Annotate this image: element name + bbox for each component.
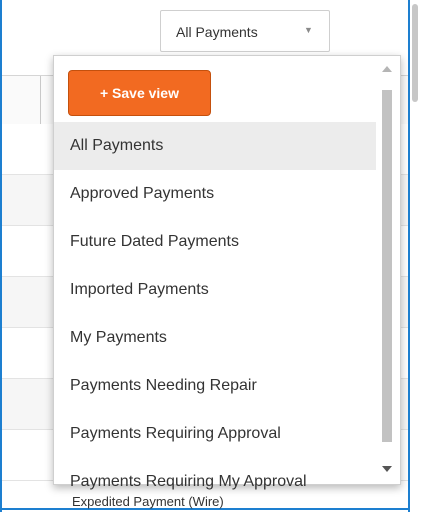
option-imported-payments[interactable]: Imported Payments [54, 266, 376, 314]
scroll-up-arrow-icon[interactable] [382, 66, 392, 72]
option-all-payments[interactable]: All Payments [54, 122, 376, 170]
option-future-dated-payments[interactable]: Future Dated Payments [54, 218, 376, 266]
option-payments-requiring-my-approval[interactable]: Payments Requiring My Approval [54, 458, 376, 506]
payments-view-select[interactable]: All Payments ▼ [160, 10, 330, 52]
view-dropdown-menu: + Save view All Payments Approved Paymen… [53, 55, 401, 490]
save-view-button[interactable]: + Save view [68, 70, 211, 116]
caret-down-icon: ▼ [304, 25, 313, 35]
frame-right-border [408, 0, 410, 512]
column-divider[interactable] [40, 76, 41, 124]
dropdown-scrollbar[interactable] [376, 60, 398, 482]
option-payments-requiring-approval[interactable]: Payments Requiring Approval [54, 410, 376, 458]
page-scrollbar-thumb[interactable] [412, 4, 418, 102]
option-payments-needing-repair[interactable]: Payments Needing Repair [54, 362, 376, 410]
scrollbar-thumb[interactable] [382, 90, 392, 442]
option-my-payments[interactable]: My Payments [54, 314, 376, 362]
scroll-down-arrow-icon[interactable] [382, 466, 392, 472]
view-options-list: All Payments Approved Payments Future Da… [54, 122, 376, 506]
option-approved-payments[interactable]: Approved Payments [54, 170, 376, 218]
selected-view-value: All Payments [176, 24, 258, 40]
